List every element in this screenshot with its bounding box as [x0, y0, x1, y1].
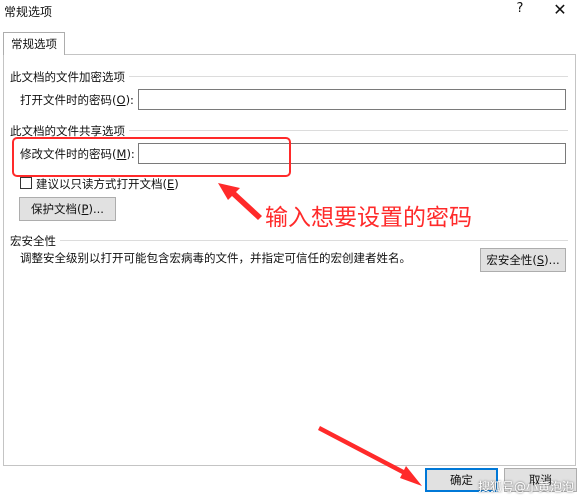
macro-group-title: 宏安全性 — [10, 233, 60, 249]
highlight-box — [12, 137, 291, 177]
encryption-group-title: 此文档的文件加密选项 — [10, 69, 129, 85]
close-button[interactable]: ✕ — [549, 0, 571, 20]
watermark: 搜狐号@小黄泡泡 — [478, 480, 575, 494]
macro-description: 调整安全级别以打开可能包含宏病毒的文件，并指定可信任的宏创建者姓名。 — [20, 251, 411, 265]
readonly-checkbox-label[interactable]: 建议以只读方式打开文档(E) — [36, 176, 179, 192]
title-bar: 常规选项 ? ✕ — [0, 0, 581, 22]
open-password-label: 打开文件时的密码(O): — [20, 93, 134, 107]
group-divider — [10, 240, 568, 241]
readonly-checkbox[interactable] — [20, 177, 32, 189]
tab-general-options[interactable]: 常规选项 — [3, 32, 65, 55]
help-button[interactable]: ? — [513, 1, 527, 19]
dialog-title: 常规选项 — [4, 5, 53, 19]
protect-document-button[interactable]: 保护文档(P)... — [19, 197, 116, 221]
macro-security-button[interactable]: 宏安全性(S)... — [480, 248, 566, 272]
annotation-text: 输入想要设置的密码 — [265, 205, 472, 231]
open-password-input[interactable] — [138, 89, 566, 110]
